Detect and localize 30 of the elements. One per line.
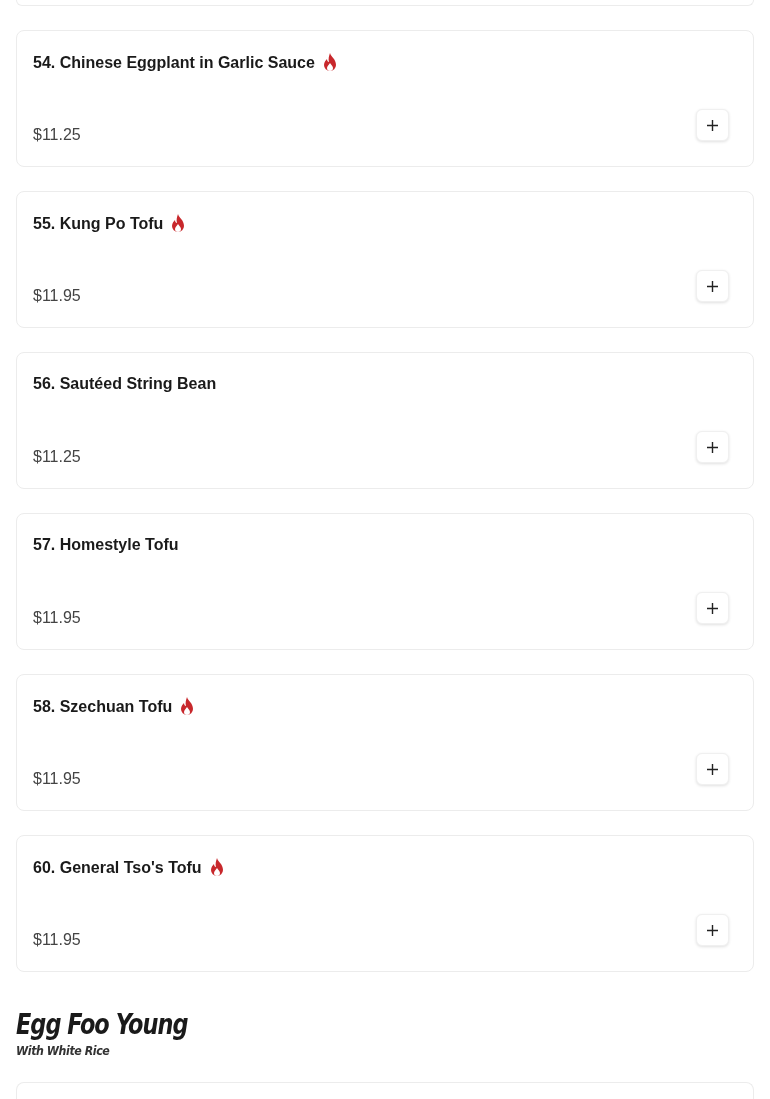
flame-icon bbox=[321, 53, 338, 72]
plus-icon bbox=[707, 763, 718, 775]
item-name: 55. Kung Po Tofu bbox=[33, 214, 164, 233]
item-price: $11.95 bbox=[33, 931, 81, 949]
plus-icon bbox=[707, 119, 718, 131]
section-subtitle: With White Rice bbox=[16, 1043, 110, 1058]
add-button[interactable] bbox=[696, 914, 729, 946]
plus-icon bbox=[707, 441, 718, 453]
add-button[interactable] bbox=[696, 592, 729, 624]
flame-icon bbox=[170, 214, 187, 233]
item-price: $11.95 bbox=[33, 609, 81, 627]
plus-icon bbox=[707, 280, 718, 292]
item-price: $11.95 bbox=[33, 770, 81, 788]
add-button[interactable] bbox=[696, 270, 729, 302]
add-button[interactable] bbox=[696, 753, 729, 785]
item-name: 60. General Tso's Tofu bbox=[33, 858, 202, 877]
add-button[interactable] bbox=[696, 109, 729, 141]
item-name: 58. Szechuan Tofu bbox=[33, 697, 173, 716]
flame-icon bbox=[208, 858, 225, 877]
add-button[interactable] bbox=[696, 431, 729, 463]
section-title: Egg Foo Young bbox=[16, 1008, 188, 1041]
item-price: $11.95 bbox=[33, 287, 81, 305]
item-name: 57. Homestyle Tofu bbox=[33, 536, 179, 554]
item-name: 54. Chinese Eggplant in Garlic Sauce bbox=[33, 53, 315, 72]
plus-icon bbox=[707, 602, 718, 614]
item-price: $11.25 bbox=[33, 448, 81, 466]
item-price: $11.25 bbox=[33, 126, 81, 144]
flame-icon bbox=[179, 697, 196, 716]
plus-icon bbox=[707, 924, 718, 936]
item-name: 56. Sautéed String Bean bbox=[33, 375, 217, 393]
